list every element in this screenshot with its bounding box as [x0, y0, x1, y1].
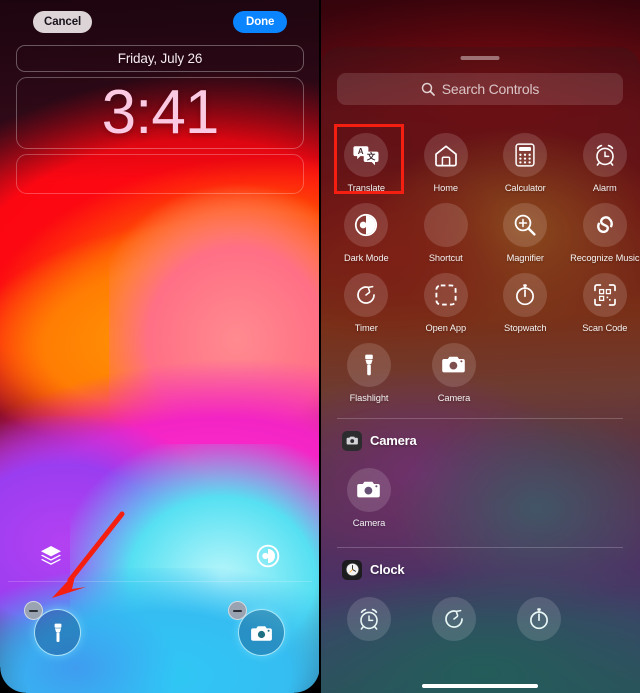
timer-icon	[432, 596, 476, 641]
alarm-icon	[582, 133, 627, 177]
control-label: Flashlight	[349, 392, 389, 403]
search-icon	[421, 82, 435, 96]
calculator-icon	[503, 133, 548, 177]
stopwatch-icon	[503, 272, 548, 317]
date-text: Friday, July 26	[117, 51, 203, 66]
control-calculator[interactable]: Calculator	[490, 124, 561, 194]
section-clock: Clock	[320, 548, 640, 647]
camera-remove-badge[interactable]	[228, 601, 247, 620]
control-label: Shortcut	[428, 252, 463, 263]
camera-app-icon	[342, 430, 362, 451]
cancel-button[interactable]: Cancel	[33, 11, 93, 33]
controls-gallery-panel: Search Controls A 文 Translate Home Calcu…	[320, 0, 640, 693]
section-header: Clock	[320, 559, 640, 580]
home-icon	[423, 133, 468, 177]
section-title: Camera	[370, 433, 417, 449]
control-camera[interactable]: Camera	[416, 334, 492, 404]
control-alarm[interactable]: Alarm	[570, 124, 640, 194]
scan-code-icon	[582, 272, 627, 317]
timer-icon	[344, 272, 389, 317]
control-label: Dark Mode	[343, 252, 389, 263]
control-label: Open App	[425, 322, 467, 333]
magnifier-icon	[503, 202, 548, 247]
control-label: Scan Code	[582, 322, 628, 333]
home-indicator	[422, 684, 538, 688]
control-label: Magnifier	[506, 252, 544, 263]
control-timer[interactable]	[416, 588, 492, 647]
control-alarm[interactable]	[331, 588, 407, 647]
stopwatch-icon	[517, 596, 561, 641]
control-label: Alarm	[592, 183, 617, 193]
control-stopwatch[interactable]: Stopwatch	[490, 264, 561, 334]
controls-row: Flashlight Camera	[320, 334, 640, 404]
control-label: Stopwatch	[503, 322, 547, 333]
time-text: 3:41	[101, 78, 220, 147]
control-label: Timer	[354, 322, 378, 333]
control-dark-mode[interactable]: Dark Mode	[331, 194, 402, 264]
flashlight-remove-badge[interactable]	[24, 601, 43, 620]
layers-icon[interactable]	[38, 543, 64, 569]
dark-mode-icon	[344, 202, 389, 247]
controls-row: Camera	[320, 459, 640, 529]
dark-mode-icon[interactable]	[256, 544, 280, 568]
translate-highlight-box	[334, 124, 404, 194]
camera-icon	[347, 467, 391, 512]
done-button[interactable]: Done	[233, 11, 288, 33]
control-open-app[interactable]: Open App	[411, 264, 482, 334]
flashlight-icon	[347, 342, 391, 387]
search-input[interactable]: Search Controls	[337, 73, 623, 105]
controls-row	[320, 588, 640, 647]
control-scan-code[interactable]: Scan Code	[570, 264, 640, 334]
alarm-icon	[347, 596, 391, 641]
panel-divider	[319, 0, 321, 693]
control-label: Calculator	[504, 183, 546, 193]
search-placeholder-text: Search Controls	[441, 81, 540, 97]
control-home[interactable]: Home	[411, 124, 482, 194]
sheet-drag-handle[interactable]	[460, 56, 500, 60]
shortcut-icon	[423, 202, 468, 247]
lock-screen-edit-toolbar: Cancel Done	[0, 0, 320, 42]
controls-row: Dark Mode Shortcut Magnifier Recognize M…	[320, 194, 640, 264]
clock-app-icon	[342, 559, 362, 580]
control-label: Camera	[352, 517, 386, 528]
control-timer[interactable]: Timer	[331, 264, 402, 334]
control-magnifier[interactable]: Magnifier	[490, 194, 561, 264]
control-label: Camera	[437, 392, 471, 403]
date-widget[interactable]: Friday, July 26	[16, 45, 304, 72]
control-camera[interactable]: Camera	[331, 459, 407, 529]
shazam-icon	[582, 202, 627, 247]
control-flashlight[interactable]: Flashlight	[331, 334, 407, 404]
control-shortcut[interactable]: Shortcut	[411, 194, 482, 264]
control-label: Home	[433, 183, 459, 193]
widgets-placeholder[interactable]	[16, 154, 304, 194]
time-widget[interactable]: 3:41	[16, 77, 304, 149]
controls-row: Timer Open App Stopwatch Scan Code	[320, 264, 640, 334]
screenshot-root: Cancel Done Friday, July 26 3:41 Search …	[0, 0, 640, 693]
control-stopwatch[interactable]	[501, 588, 577, 647]
section-header: Camera	[320, 430, 640, 451]
control-label: Recognize Music	[570, 252, 640, 263]
control-recognize-music[interactable]: Recognize Music	[570, 194, 640, 264]
controls-scroll-area[interactable]: A 文 Translate Home Calculator Alarm Dark…	[320, 117, 640, 693]
section-title: Clock	[370, 562, 405, 578]
open-app-icon	[423, 272, 468, 317]
bottom-hairline	[8, 581, 312, 582]
camera-icon	[432, 342, 476, 387]
section-camera: Camera Camera	[320, 419, 640, 529]
lock-screen-panel: Cancel Done Friday, July 26 3:41	[0, 0, 320, 693]
